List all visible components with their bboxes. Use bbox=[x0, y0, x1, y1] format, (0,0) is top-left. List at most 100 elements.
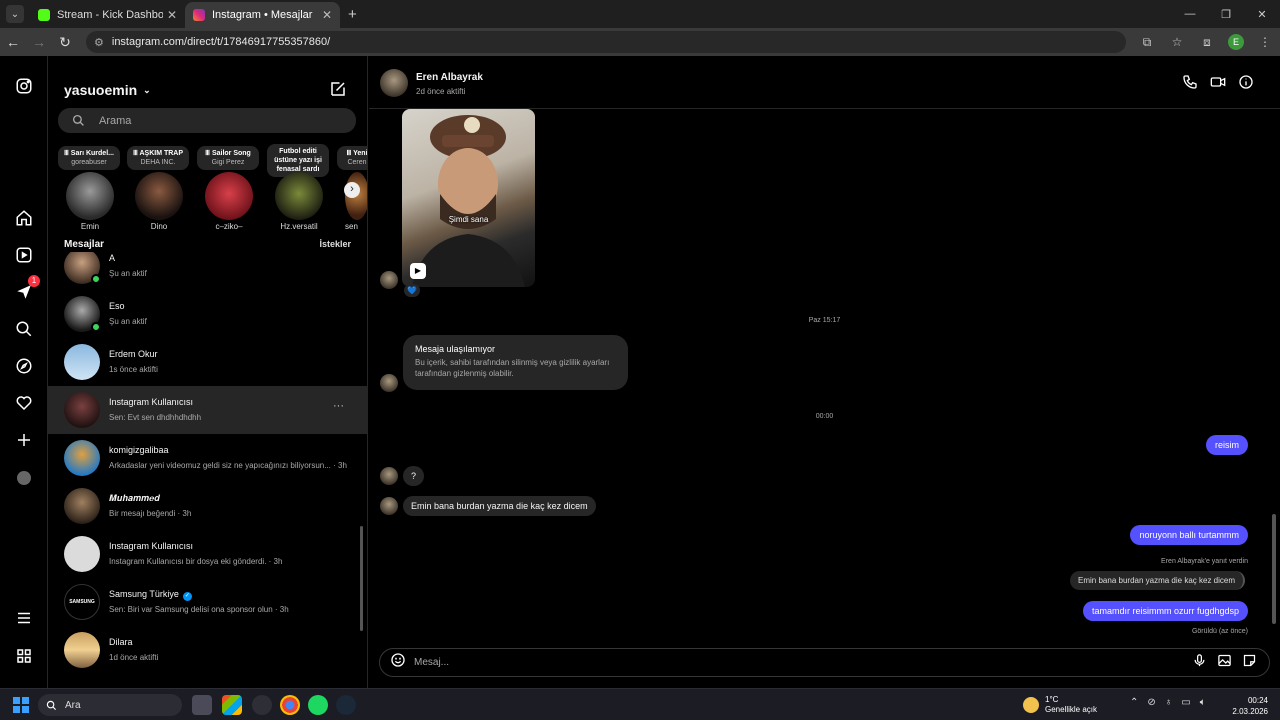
contact-name[interactable]: Eren Albayrak bbox=[416, 72, 483, 83]
conversation-row[interactable]: komigizgalibaa Arkadaslar yeni videomuz … bbox=[48, 434, 367, 482]
conversation-name: Samsung Türkiye ✓ bbox=[109, 589, 192, 601]
microphone-icon[interactable] bbox=[1192, 653, 1207, 673]
contact-avatar[interactable] bbox=[380, 69, 408, 97]
hamburger-menu-icon[interactable] bbox=[12, 606, 36, 630]
note-bubble: Ⅲ Yeni Ceren bbox=[337, 146, 367, 170]
chevron-right-icon[interactable]: › bbox=[344, 182, 360, 198]
note-username: Emin bbox=[80, 222, 100, 231]
tab-search-button[interactable]: ⌄ bbox=[6, 5, 24, 23]
conversation-row[interactable]: Instagram Kullanıcısı Instagram Kullanıc… bbox=[48, 530, 367, 578]
chevron-up-icon[interactable]: ⌃ bbox=[1130, 697, 1138, 708]
weather-text: Genellikle açık bbox=[1045, 705, 1098, 714]
search-icon[interactable] bbox=[12, 317, 36, 341]
steam-icon[interactable] bbox=[336, 695, 356, 715]
thread-scrollbar[interactable] bbox=[1272, 514, 1276, 624]
tab-title: Stream - Kick Dashboard bbox=[57, 9, 163, 21]
messages-icon[interactable]: 1 bbox=[12, 275, 40, 304]
profile-avatar[interactable]: E bbox=[1228, 34, 1244, 50]
minimize-icon[interactable]: — bbox=[1172, 0, 1208, 28]
reply-label: Eren Albayrak'e yanıt verdin bbox=[1161, 558, 1248, 565]
url-field[interactable]: ⚙ instagram.com/direct/t/178469177553578… bbox=[86, 31, 1126, 53]
create-icon[interactable] bbox=[12, 428, 36, 452]
video-call-icon[interactable] bbox=[1210, 74, 1226, 95]
reload-icon[interactable]: ↻ bbox=[52, 34, 78, 51]
tab-kick-dashboard[interactable]: Stream - Kick Dashboard ✕ bbox=[30, 2, 185, 28]
conversation-name: Eso bbox=[109, 301, 125, 311]
extensions-icon[interactable]: ⧈ bbox=[1192, 35, 1222, 50]
reel-play-icon[interactable]: ▶ bbox=[410, 263, 426, 279]
conversation-row[interactable]: Dilara 1d önce aktifti bbox=[48, 626, 367, 674]
info-icon[interactable] bbox=[1238, 74, 1254, 95]
windows-start-icon[interactable] bbox=[13, 697, 29, 713]
reaction-badge[interactable]: 💙 bbox=[404, 284, 420, 297]
home-icon[interactable] bbox=[12, 206, 36, 230]
conversation-preview: Instagram Kullanıcısı bir dosya eki gönd… bbox=[109, 557, 283, 566]
search-input[interactable]: Arama bbox=[58, 108, 356, 133]
volume-icon[interactable]: 🔈︎ bbox=[1200, 697, 1206, 708]
outgoing-message[interactable]: reisim bbox=[1206, 435, 1248, 455]
file-explorer-icon[interactable] bbox=[192, 695, 212, 715]
emoji-icon[interactable] bbox=[390, 652, 406, 673]
conversation-row[interactable]: A Şu an aktif bbox=[48, 252, 367, 290]
new-tab-button[interactable]: + bbox=[348, 6, 357, 23]
image-icon[interactable] bbox=[1217, 653, 1232, 673]
conversation-row[interactable]: Eso Şu an aktif bbox=[48, 290, 367, 338]
tab-instagram[interactable]: Instagram • Mesajlar ✕ bbox=[185, 2, 340, 28]
outgoing-message[interactable]: noruyonn ballı turtammm bbox=[1130, 525, 1248, 545]
incoming-message[interactable]: Emin bana burdan yazma die kaç kez dicem bbox=[403, 496, 596, 516]
shared-reel[interactable]: Şimdi sana ▶ bbox=[402, 109, 535, 287]
browser-menu-icon[interactable]: ⋮ bbox=[1250, 35, 1280, 49]
system-tray: ⌃ ⊘ ♁ ▭ 🔈︎ bbox=[1130, 697, 1206, 708]
online-indicator bbox=[91, 274, 101, 284]
conversation-preview: Şu an aktif bbox=[109, 269, 147, 278]
profile-avatar-icon[interactable] bbox=[12, 466, 36, 490]
store-icon[interactable] bbox=[222, 695, 242, 715]
conversation-name: komigizgalibaa bbox=[109, 445, 169, 455]
network-icon[interactable]: ⊘ bbox=[1147, 697, 1155, 708]
close-window-icon[interactable]: ✕ bbox=[1244, 0, 1280, 28]
conversation-row[interactable]: Instagram Kullanıcısı Sen: Evt sen dhdhh… bbox=[48, 386, 367, 434]
bookmark-star-icon[interactable]: ☆ bbox=[1162, 35, 1192, 49]
conversation-row[interactable]: Erdem Okur 1s önce aktifti bbox=[48, 338, 367, 386]
instagram-logo-icon[interactable] bbox=[12, 74, 36, 98]
forward-icon[interactable]: → bbox=[26, 34, 52, 50]
note-username: sen bbox=[345, 222, 358, 231]
reply-quote[interactable]: Emin bana burdan yazma die kaç kez dicem bbox=[1070, 571, 1245, 590]
app-icon[interactable] bbox=[252, 695, 272, 715]
display-icon[interactable]: ▭ bbox=[1181, 697, 1190, 708]
reels-icon[interactable] bbox=[12, 243, 36, 267]
weather-widget[interactable]: 1°C Genellikle açık bbox=[1023, 695, 1097, 715]
unavailable-body: Bu içerik, sahibi tarafından silinmiş ve… bbox=[415, 358, 610, 378]
clock[interactable]: 00:24 2.03.2026 bbox=[1232, 695, 1268, 717]
more-options-icon[interactable]: ··· bbox=[333, 400, 344, 412]
search-placeholder: Arama bbox=[99, 114, 132, 127]
phone-call-icon[interactable] bbox=[1182, 74, 1198, 95]
conversation-row[interactable]: 𝑴𝒖𝒉𝒂𝒎𝒎𝒆𝒅 Bir mesajı beğendi · 3h bbox=[48, 482, 367, 530]
taskbar-search[interactable]: Ara bbox=[38, 694, 182, 716]
site-settings-icon[interactable]: ⚙ bbox=[94, 36, 104, 49]
microphone-icon[interactable]: ♁ bbox=[1165, 697, 1173, 708]
spotify-icon[interactable] bbox=[308, 695, 328, 715]
incoming-message[interactable]: ? bbox=[403, 466, 425, 486]
apps-grid-icon[interactable] bbox=[12, 644, 36, 668]
explore-icon[interactable] bbox=[12, 354, 36, 378]
restore-icon[interactable]: ❐ bbox=[1208, 0, 1244, 28]
cast-icon[interactable]: ⧉ bbox=[1132, 35, 1162, 50]
sticker-icon[interactable] bbox=[1242, 653, 1257, 673]
unavailable-message: Mesaja ulaşılamıyor Bu içerik, sahibi ta… bbox=[403, 335, 628, 390]
new-message-icon[interactable] bbox=[329, 80, 347, 103]
outgoing-message[interactable]: tamamdır reisimmm ozurr fugdhgdsp bbox=[1082, 601, 1248, 621]
conversation-row[interactable]: SAMSUNG Samsung Türkiye ✓ Sen: Biri var S… bbox=[48, 578, 367, 626]
chat-header: Eren Albayrak 2d önce aktifti bbox=[369, 56, 1280, 109]
tab-close-icon[interactable]: ✕ bbox=[322, 8, 332, 22]
tab-close-icon[interactable]: ✕ bbox=[167, 8, 177, 22]
message-input[interactable]: Mesaj... bbox=[414, 657, 1192, 668]
heart-icon[interactable] bbox=[12, 391, 36, 415]
account-switcher[interactable]: yasuoemin ⌄ bbox=[64, 82, 151, 98]
inbox-scrollbar[interactable] bbox=[360, 526, 363, 631]
message-composer[interactable]: Mesaj... bbox=[379, 648, 1270, 677]
clock-time: 00:24 bbox=[1247, 696, 1268, 705]
back-icon[interactable]: ← bbox=[0, 34, 26, 50]
requests-link[interactable]: İstekler bbox=[319, 239, 351, 249]
chrome-icon[interactable] bbox=[280, 695, 300, 715]
